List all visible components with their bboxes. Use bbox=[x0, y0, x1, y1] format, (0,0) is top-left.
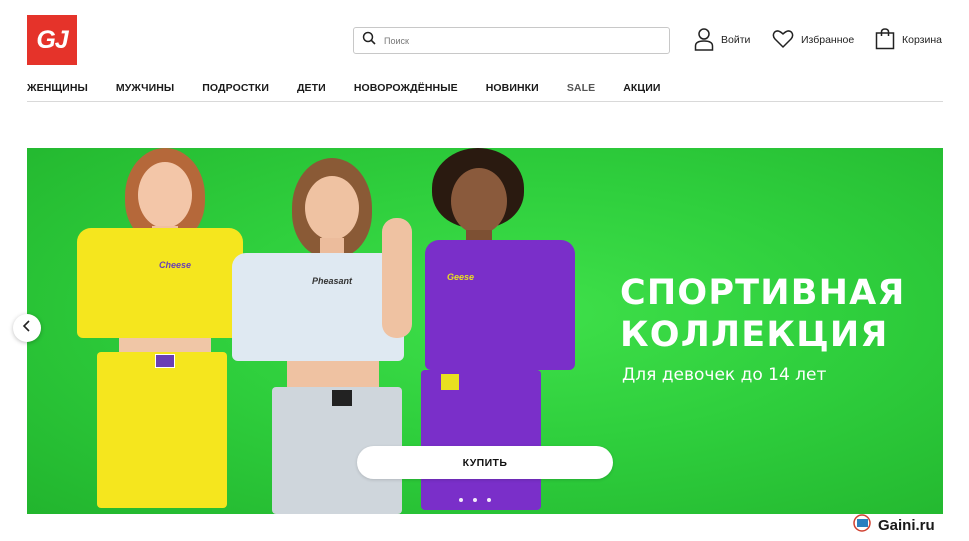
favorites-button[interactable]: Избранное bbox=[772, 27, 854, 53]
brand-logo[interactable]: GJ bbox=[27, 15, 77, 65]
banner-title: СПОРТИВНАЯ КОЛЛЕКЦИЯ bbox=[620, 272, 906, 356]
slider-dot-2[interactable] bbox=[473, 498, 477, 502]
login-button[interactable]: Войти bbox=[694, 27, 750, 53]
cart-label: Корзина bbox=[902, 34, 942, 46]
banner-title-line1: СПОРТИВНАЯ bbox=[620, 273, 906, 313]
watermark-text: Gaini.ru bbox=[878, 517, 935, 534]
login-label: Войти bbox=[721, 34, 751, 46]
slider-dots bbox=[459, 498, 491, 502]
buy-button[interactable]: КУПИТЬ bbox=[357, 446, 613, 479]
shopping-bag-icon bbox=[875, 27, 895, 53]
heart-icon bbox=[772, 29, 794, 52]
print-geese: Geese bbox=[447, 272, 475, 282]
nav-item-newborns[interactable]: НОВОРОЖДЁННЫЕ bbox=[354, 82, 458, 94]
watermark-icon bbox=[852, 513, 874, 538]
logo-text: GJ bbox=[36, 25, 68, 54]
search-box[interactable] bbox=[353, 27, 670, 54]
watermark: Gaini.ru bbox=[852, 513, 935, 538]
nav-item-women[interactable]: ЖЕНЩИНЫ bbox=[27, 82, 88, 94]
slider-prev-button[interactable] bbox=[13, 314, 41, 342]
print-pheasant: Pheasant bbox=[312, 276, 353, 286]
slider-dot-1[interactable] bbox=[459, 498, 463, 502]
nav-item-promotions[interactable]: АКЦИИ bbox=[623, 82, 660, 94]
favorites-label: Избранное bbox=[801, 34, 855, 46]
nav-item-men[interactable]: МУЖЧИНЫ bbox=[116, 82, 174, 94]
slider-dot-3[interactable] bbox=[487, 498, 491, 502]
cart-button[interactable]: Корзина bbox=[875, 27, 942, 53]
model-yellow-outfit: Cheese bbox=[67, 148, 247, 514]
user-icon bbox=[694, 27, 714, 54]
nav-item-kids[interactable]: ДЕТИ bbox=[297, 82, 326, 94]
search-icon bbox=[362, 31, 376, 50]
main-nav: ЖЕНЩИНЫ МУЖЧИНЫ ПОДРОСТКИ ДЕТИ НОВОРОЖДЁ… bbox=[27, 82, 689, 94]
nav-item-sale[interactable]: SALE bbox=[567, 82, 595, 94]
banner-subtitle: Для девочек до 14 лет bbox=[622, 365, 827, 385]
search-input[interactable] bbox=[384, 35, 654, 46]
banner-title-line2: КОЛЛЕКЦИЯ bbox=[620, 315, 889, 355]
nav-item-teens[interactable]: ПОДРОСТКИ bbox=[202, 82, 269, 94]
nav-divider bbox=[27, 101, 943, 102]
print-cheese: Cheese bbox=[159, 260, 192, 270]
chevron-left-icon bbox=[22, 319, 32, 337]
hero-banner[interactable]: Cheese Pheasant Geese СПОРТИВНАЯ КОЛЛЕКЦ… bbox=[27, 148, 943, 514]
nav-item-new-arrivals[interactable]: НОВИНКИ bbox=[486, 82, 539, 94]
